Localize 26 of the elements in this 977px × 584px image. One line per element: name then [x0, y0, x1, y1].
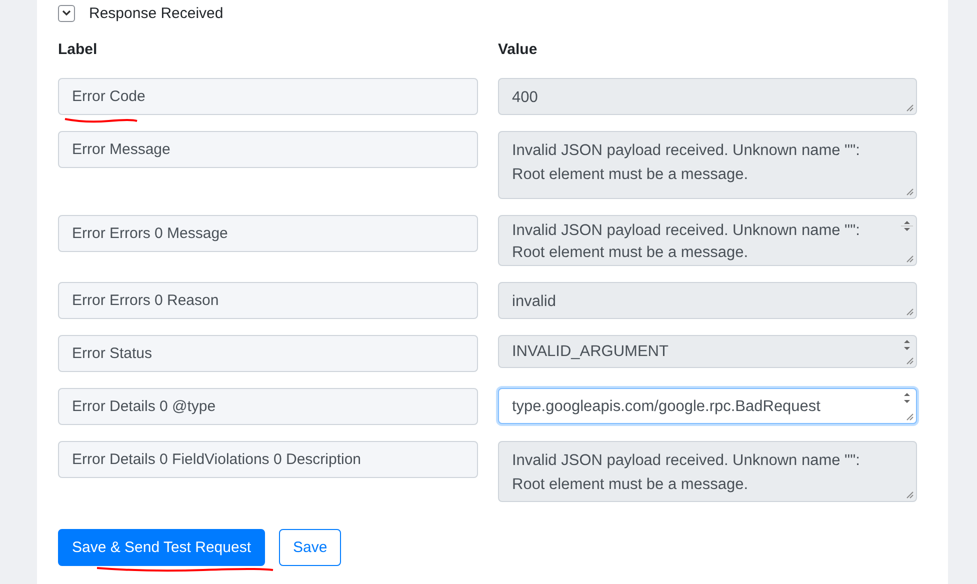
- label-field[interactable]: Error Errors 0 Message: [58, 215, 478, 252]
- resize-grip-icon[interactable]: [905, 490, 914, 499]
- save-button[interactable]: Save: [279, 529, 342, 566]
- value-field[interactable]: invalid: [498, 282, 917, 319]
- label-field[interactable]: Error Details 0 @type: [58, 388, 478, 425]
- value-field[interactable]: 400: [498, 78, 917, 115]
- label-field[interactable]: Error Status: [58, 335, 478, 372]
- resize-grip-icon[interactable]: [905, 412, 914, 421]
- column-heading: Label: [58, 41, 98, 58]
- collapse-toggle[interactable]: [58, 4, 75, 22]
- resize-grip-icon[interactable]: [905, 356, 914, 365]
- chevron-icon: [62, 10, 71, 16]
- resize-grip-icon[interactable]: [905, 103, 914, 112]
- section-title: Response Received: [89, 4, 224, 22]
- value-field[interactable]: Invalid JSON payload received. Unknown name "": Root element must be a message.: [498, 441, 917, 502]
- label-field[interactable]: Error Errors 0 Reason: [58, 282, 478, 319]
- resize-grip-icon[interactable]: [905, 254, 914, 263]
- label-field[interactable]: Error Message: [58, 131, 478, 168]
- value-field[interactable]: Invalid JSON payload received. Unknown name "": Root element must be a message.: [498, 215, 917, 266]
- column-heading: Value: [498, 41, 538, 58]
- value-field[interactable]: Invalid JSON payload received. Unknown name "": Root element must be a message.: [498, 131, 917, 199]
- resize-grip-icon[interactable]: [905, 187, 914, 196]
- label-field[interactable]: Error Details 0 FieldViolations 0 Description: [58, 441, 478, 478]
- value-field[interactable]: type.googleapis.com/google.rpc.BadRequest: [498, 388, 917, 424]
- value-field[interactable]: INVALID_ARGUMENT: [498, 335, 917, 368]
- resize-grip-icon[interactable]: [905, 307, 914, 316]
